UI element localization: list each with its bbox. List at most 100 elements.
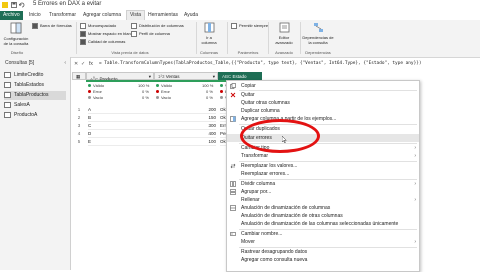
query-settings-icon [10,22,22,34]
queries-header: Consultas [5] [5,60,35,66]
cell-producto[interactable]: C [88,122,154,130]
table-corner-button[interactable]: ▦ [72,72,86,80]
collapse-chevron-icon[interactable]: ‹ [64,60,66,66]
formula-bar[interactable]: ✕ ✓ fx = Table.TransformColumnTypes(Tabl… [72,60,480,70]
formula-bar-checkbox[interactable]: Barra de fórmulas [32,23,72,29]
query-item[interactable]: LimiteCredito [4,71,66,80]
cancel-x-icon[interactable]: ✕ [74,61,78,67]
table-icon [4,101,11,108]
formula-bar-label: Barra de fórmulas [40,23,72,29]
table-icon [4,91,11,98]
column-distribution-label: Distribución de columnas [139,23,184,29]
ribbon-tabs: Archivo Inicio Transformar Agregar colum… [0,10,480,21]
unpivot-icon [230,205,236,211]
cell-ventas[interactable]: 300 [154,122,216,130]
tab-herramientas[interactable]: Herramientas [145,11,181,20]
submenu-arrow-icon: › [414,239,416,245]
fx-label: fx [89,61,93,67]
menu-item-drill-down[interactable]: Rastrear desagrupando datos [227,248,419,256]
menu-item-replace-values[interactable]: Reemplazar los valores... [227,162,419,170]
menu-item-rename[interactable]: Cambiar nombre... [227,230,419,238]
group-parametros-label: Parámetros [237,50,259,55]
cell-ventas[interactable]: 200 [154,106,216,114]
query-dependencies-label: Dependencias de la consulta [302,35,334,45]
column-quality-label: Calidad de columnas [88,39,126,45]
menu-item-group-by[interactable]: Agrupar por... [227,188,419,196]
tab-ayuda[interactable]: Ayuda [181,11,201,20]
column-distribution-checkbox[interactable]: Distribución de columnas [131,23,184,29]
quality-bar-ventas [154,80,218,82]
menu-item-remove[interactable]: Quitar [227,91,419,99]
query-settings-label: Configuración de la consulta [3,36,29,46]
go-to-column-button[interactable]: Ir a columna [199,22,219,45]
cell-producto[interactable]: E [88,138,154,146]
stat-empty: Vacío [88,95,103,101]
quality-bar-producto [86,80,154,82]
table-icon [4,71,11,78]
menu-item-replace-errors[interactable]: Reemplazar errores... [227,170,419,178]
column-header-estado[interactable]: ABC Estado [218,72,262,80]
split-column-icon [230,181,236,187]
group-diseno-label: Diseño [10,50,24,55]
formula-text[interactable]: = Table.TransformColumnTypes(TablaProduc… [99,61,422,66]
confirm-check-icon[interactable]: ✓ [81,61,85,67]
query-item-selected[interactable]: TablaProductos [4,91,66,100]
stat-empty-value: 0 % [206,95,213,100]
query-dependencies-button[interactable]: Dependencias de la consulta [302,22,334,45]
allow-always-checkbox[interactable]: Permitir siempre [231,23,268,29]
group-avanzado-label: Avanzado [275,50,293,55]
column-header-producto[interactable]: ABC Producto ▾ [86,72,154,82]
cell-ventas[interactable]: 100 [154,138,216,146]
save-icon[interactable] [11,2,17,8]
menu-item-copy[interactable]: Copiar [227,82,419,90]
tab-transformar[interactable]: Transformar [46,11,79,20]
column-profile-label: Perfil de columna [139,31,170,37]
menu-item-unpivot-other-columns[interactable]: Anulación de dinamización de otras colum… [227,212,419,220]
undo-icon[interactable] [19,2,25,8]
menu-item-transform[interactable]: Transformar › [227,152,419,160]
title-bar: 5 Errores en DAX a evitar [0,0,480,11]
submenu-arrow-icon: › [414,145,416,151]
cell-producto[interactable]: B [88,114,154,122]
query-item[interactable]: ProductoA [4,111,66,120]
monospace-checkbox[interactable]: Monoespaciado [80,23,116,29]
advanced-editor-button[interactable]: Editor avanzado [272,22,296,45]
menu-item-duplicate-column[interactable]: Duplicar columna [227,107,419,115]
table-icon [4,111,11,118]
go-to-column-icon [204,22,214,33]
replace-values-icon [230,163,236,169]
allow-always-label: Permitir siempre [239,23,269,29]
stat-empty: Vacío [156,95,171,101]
menu-item-fill[interactable]: Rellenar › [227,196,419,204]
menu-item-unpivot-selected-only[interactable]: Anulación de dinamización de las columna… [227,220,419,228]
submenu-arrow-icon: › [414,153,416,159]
column-quality-checkbox[interactable]: Calidad de columnas [80,39,125,45]
column-profile-checkbox[interactable]: Perfil de columna [131,31,170,37]
cell-producto[interactable]: D [88,130,154,138]
whitespace-label: Mostrar espacio en blanco [88,31,135,37]
whitespace-checkbox[interactable]: Mostrar espacio en blanco [80,31,135,37]
column-header-ventas[interactable]: 1²3 Ventas ▾ [154,72,218,80]
tab-inicio[interactable]: Inicio [26,11,44,20]
add-column-examples-icon [230,116,236,122]
cell-ventas[interactable]: 400 [154,130,216,138]
menu-item-add-as-new-query[interactable]: Agregar como consulta nueva [227,256,419,264]
cell-ventas[interactable]: 150 [154,114,216,122]
menu-item-remove-other-columns[interactable]: Quitar otras columnas [227,99,419,107]
window-title: 5 Errores en DAX a evitar [33,1,102,7]
stat-empty-value: 0 % [142,95,149,100]
query-item[interactable]: SalesA [4,101,66,110]
menu-item-unpivot-columns[interactable]: Anulación de dinamización de columnas [227,204,419,212]
advanced-editor-icon [279,22,289,33]
cell-producto[interactable]: A [88,106,154,114]
menu-item-split-column[interactable]: Dividir columna › [227,180,419,188]
menu-item-move[interactable]: Mover › [227,238,419,246]
query-item[interactable]: TablaEstados [4,81,66,90]
tab-archivo[interactable]: Archivo [0,11,23,20]
column-context-menu: Copiar Quitar Quitar otras columnas Dupl… [226,80,420,272]
app-icon [2,2,8,8]
submenu-arrow-icon: › [414,181,416,187]
monospace-label: Monoespaciado [88,23,117,29]
query-settings-button[interactable]: Configuración de la consulta [2,22,30,46]
tab-agregar-columna[interactable]: Agregar columna [80,11,124,20]
